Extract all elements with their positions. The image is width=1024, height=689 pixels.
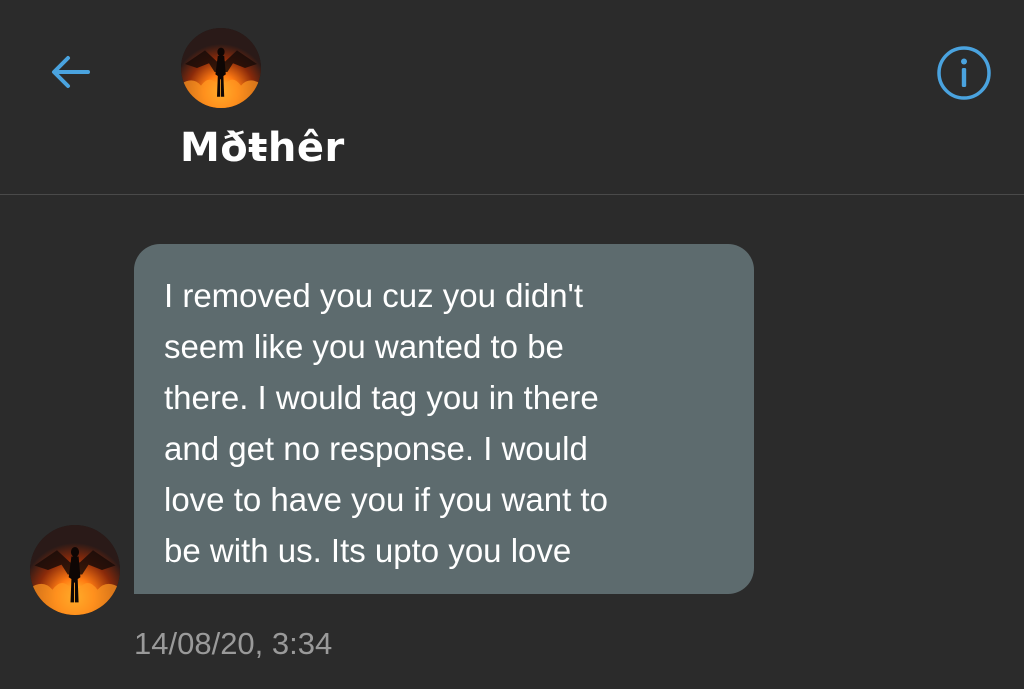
contact-avatar[interactable] — [181, 28, 261, 108]
winged-figure-fire-avatar-icon — [181, 28, 261, 108]
dm-conversation-screen: Mðŧhêr I removed you cuz you didn't seem… — [0, 0, 1024, 689]
info-button[interactable] — [935, 44, 993, 102]
message-bubble[interactable]: I removed you cuz you didn't seem like y… — [134, 244, 754, 594]
conversation-header: Mðŧhêr — [0, 0, 1024, 195]
message-timestamp: 14/08/20, 3:34 — [134, 626, 333, 661]
sender-avatar[interactable] — [30, 525, 120, 615]
arrow-left-icon — [52, 56, 90, 88]
message-text: I removed you cuz you didn't seem like y… — [164, 277, 608, 569]
winged-figure-fire-avatar-icon — [30, 525, 120, 615]
back-button[interactable] — [44, 46, 96, 98]
contact-name[interactable]: Mðŧhêr — [180, 124, 345, 172]
info-circle-icon — [937, 46, 991, 100]
message-thread[interactable]: I removed you cuz you didn't seem like y… — [0, 195, 1024, 689]
